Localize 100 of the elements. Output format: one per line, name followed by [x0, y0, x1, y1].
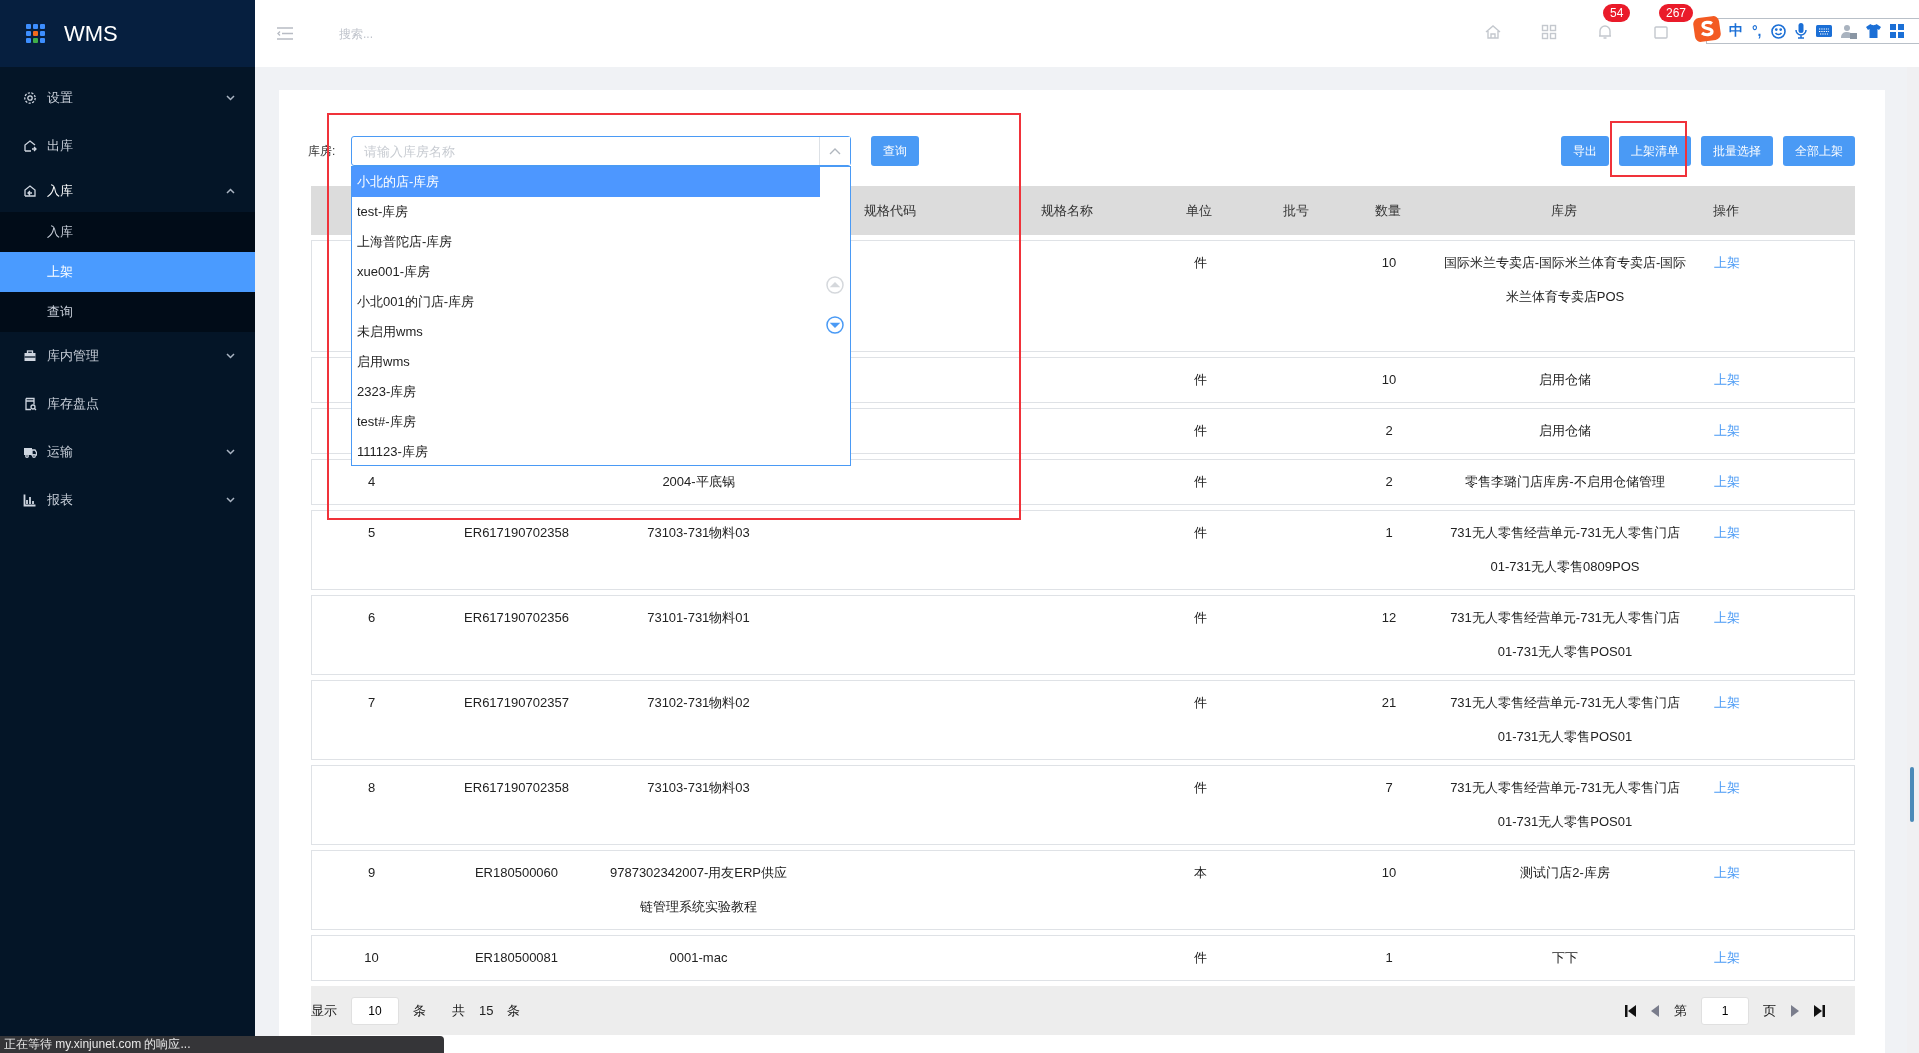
previous-page-icon[interactable] — [1651, 1004, 1660, 1017]
column-header: 规格代码 — [863, 201, 917, 220]
notification-badge: 267 — [1659, 3, 1694, 22]
truck-icon — [23, 445, 37, 459]
table-cell-text: ER180500081 — [473, 949, 560, 967]
table-cell-text: 零售李璐门店库房-不启用仓储管理 — [1464, 473, 1666, 491]
table-cell-text: 10 — [1380, 864, 1398, 882]
brand-name: WMS — [64, 20, 118, 47]
table-cell-text: 件 — [1192, 371, 1208, 389]
table-cell-text: 731无人零售经营单元-731无人零售门店01-731无人零售POS01 — [1449, 609, 1681, 661]
ime-punctuation[interactable]: °, — [1752, 23, 1762, 39]
ime-mode[interactable]: 中 — [1729, 22, 1743, 40]
bar-chart-icon — [23, 493, 37, 507]
nav-item[interactable]: 出库 — [0, 122, 255, 170]
column-header: 单位 — [1185, 201, 1213, 220]
first-page-icon[interactable] — [1625, 1004, 1637, 1017]
total-count: 15 — [479, 1003, 494, 1018]
clipboard-search-icon — [23, 397, 37, 411]
person-icon[interactable] — [1840, 23, 1857, 39]
status-tooltip: 正在等待 my.xinjunet.com 的响应... — [0, 1036, 444, 1053]
apps-logo-icon — [26, 23, 46, 44]
table-cell-text: 件 — [1192, 609, 1208, 627]
dropdown-option[interactable]: 未启用wms — [352, 317, 820, 347]
table-cell-text: 2 — [1384, 422, 1394, 440]
page-size-field[interactable]: 10 — [351, 996, 399, 1025]
dropdown-option[interactable]: 上海普陀店-库房 — [352, 227, 820, 257]
table-cell-text: 8 — [366, 779, 377, 797]
next-page-icon[interactable] — [1790, 1004, 1799, 1017]
table-cell-text: 件 — [1192, 694, 1208, 712]
search-field[interactable]: 搜索... — [337, 25, 641, 42]
scroll-down-icon[interactable] — [826, 316, 844, 334]
pager-text: 共 — [452, 1001, 465, 1020]
dropdown-option[interactable]: test#-库房 — [352, 407, 820, 437]
pager-text: 第 — [1674, 1001, 1687, 1020]
table-cell-text: 0001-mac — [668, 949, 729, 967]
table-cell-text: 本 — [1192, 864, 1208, 882]
nav-item[interactable]: 设置 — [0, 74, 255, 122]
dropdown-option[interactable]: 启用wms — [352, 347, 820, 377]
table-cell-text: 7 — [1384, 779, 1394, 797]
page-number-field[interactable]: 1 — [1701, 996, 1749, 1025]
last-page-icon[interactable] — [1813, 1004, 1825, 1017]
column-header: 批号 — [1281, 201, 1310, 220]
table-cell-text: 下下 — [1551, 949, 1579, 967]
table-cell-text: 731无人零售经营单元-731无人零售门店01-731无人零售0809POS — [1449, 524, 1681, 576]
table-cell-text: 5 — [366, 524, 377, 542]
table-cell-text: ER180500060 — [473, 864, 560, 882]
table-cell-text: 12 — [1380, 609, 1398, 627]
submenu-item[interactable]: 入库 — [0, 212, 255, 252]
table-cell-text: 73103-731物料03 — [646, 524, 751, 542]
table-cell-text: 件 — [1192, 254, 1208, 272]
dropdown-option[interactable]: test-库房 — [352, 197, 820, 227]
nav-item[interactable]: 库内管理 — [0, 332, 255, 380]
microphone-icon[interactable] — [1794, 23, 1807, 39]
notification-badge: 54 — [1603, 3, 1631, 22]
table-cell-text: ER617190702357 — [463, 694, 570, 712]
submenu-item[interactable]: 查询 — [0, 292, 255, 332]
nav-item[interactable]: 入库 — [0, 170, 255, 212]
house-arrow-icon — [23, 139, 37, 153]
table-cell-text: 国际米兰专卖店-国际米兰体育专卖店-国际米兰体育专卖店POS — [1442, 254, 1688, 306]
table-cell-text: 启用仓储 — [1538, 371, 1592, 389]
table-cell-text: 10 — [1380, 254, 1398, 272]
dropdown-option[interactable]: 小北001的门店-库房 — [352, 287, 820, 317]
table-cell-text: 21 — [1380, 694, 1398, 712]
nav-item[interactable]: 运输 — [0, 428, 255, 476]
shirt-icon[interactable] — [1865, 24, 1881, 38]
dropdown-option[interactable]: 111123-库房 — [352, 437, 820, 467]
dropdown-option[interactable]: xue001-库房 — [352, 257, 820, 287]
dropdown-option[interactable]: 2323-库房 — [352, 377, 820, 407]
toolbox-icon — [23, 349, 37, 363]
column-header: 规格名称 — [1039, 201, 1094, 220]
smiley-icon[interactable] — [1770, 23, 1786, 39]
column-header: 操作 — [1712, 201, 1740, 220]
table-cell-text: 件 — [1192, 422, 1208, 440]
nav-item[interactable]: 库存盘点 — [0, 380, 255, 428]
pager-text: 条 — [413, 1001, 426, 1020]
table-cell-text: 7 — [366, 694, 377, 712]
dropdown-toggle[interactable] — [819, 137, 850, 165]
table-cell-text: 件 — [1192, 779, 1208, 797]
table-cell-text: 2 — [1384, 473, 1394, 491]
table-cell-text: 件 — [1192, 473, 1208, 491]
house-arrow-icon — [23, 184, 37, 198]
table-cell-text: 件 — [1192, 949, 1208, 967]
table-cell-text: 4 — [366, 473, 377, 491]
grid-icon[interactable] — [1889, 24, 1904, 38]
gear-icon — [23, 91, 37, 105]
table-cell-text: 9 — [366, 864, 377, 882]
table-cell-text: 1 — [1384, 524, 1394, 542]
keyboard-icon[interactable] — [1815, 25, 1832, 37]
table-cell-text: 1 — [1384, 949, 1394, 967]
table-cell-text: 731无人零售经营单元-731无人零售门店01-731无人零售POS01 — [1449, 779, 1681, 831]
table-cell-text: 启用仓储 — [1538, 422, 1592, 440]
s-logo-icon[interactable] — [1693, 15, 1721, 43]
table-cell-text: 6 — [366, 609, 377, 627]
table-cell-text: ER617190702358 — [463, 524, 570, 542]
table-cell-text: 73103-731物料03 — [646, 779, 751, 797]
nav-item[interactable]: 报表 — [0, 476, 255, 524]
table-cell-text: ER617190702358 — [463, 779, 570, 797]
pager-text: 条 — [507, 1001, 521, 1020]
table-cell-text: 731无人零售经营单元-731无人零售门店01-731无人零售POS01 — [1449, 694, 1681, 746]
menu-icon[interactable] — [277, 27, 293, 40]
